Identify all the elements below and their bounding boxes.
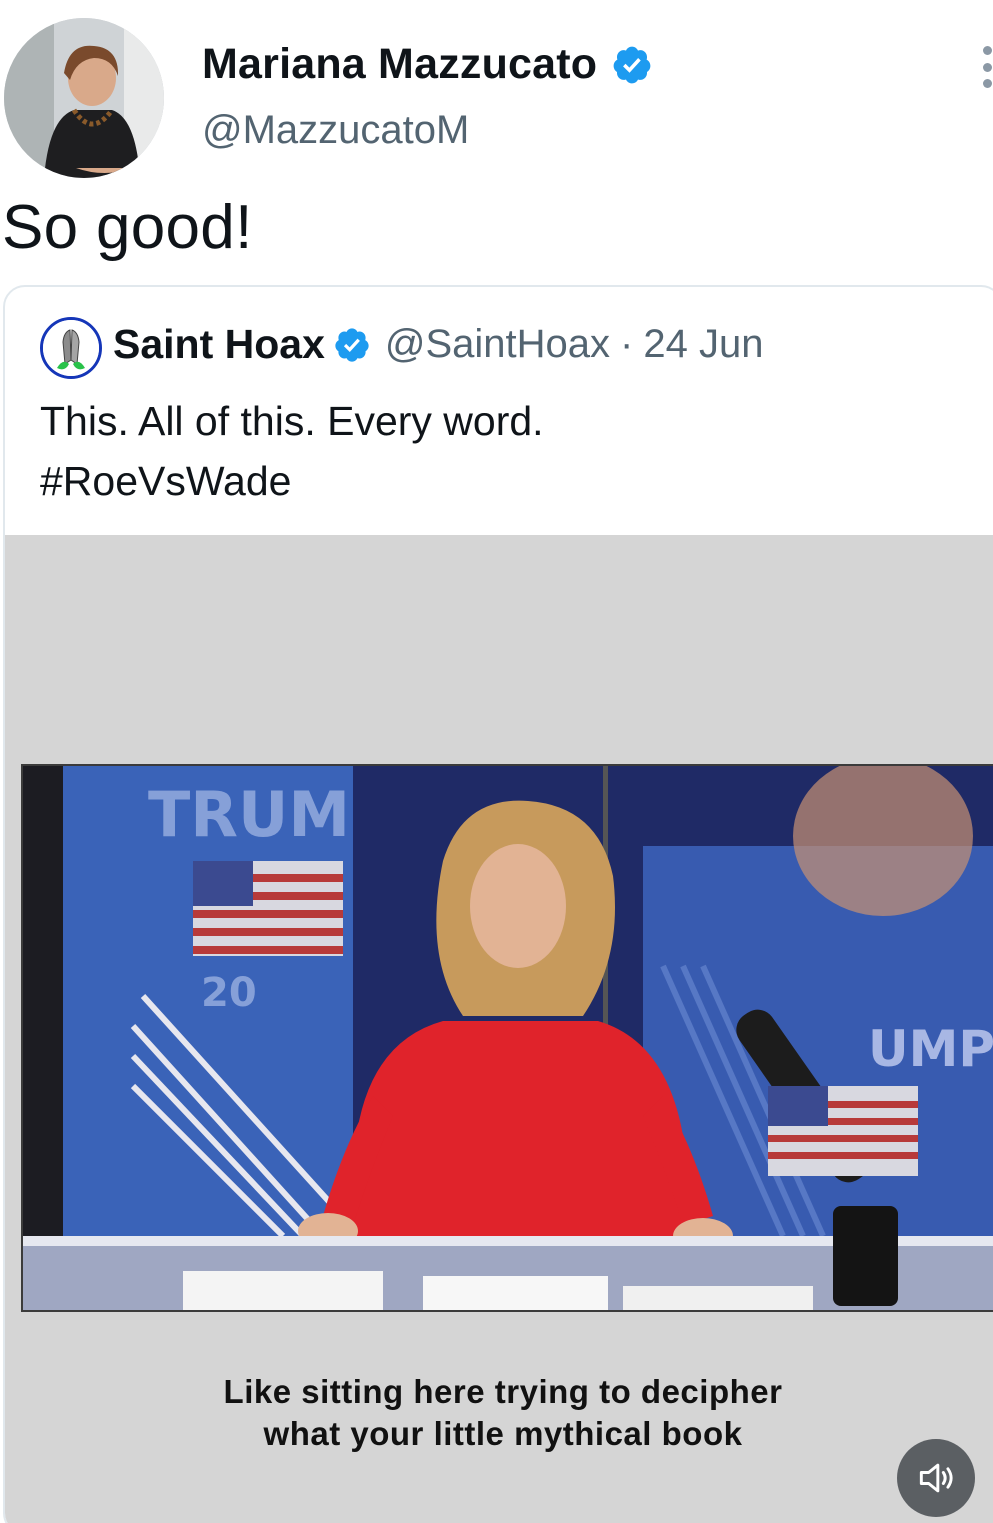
video-bg-text-left: TRUM [148, 778, 350, 851]
praying-hands-icon [43, 320, 99, 376]
verified-badge-icon [613, 46, 651, 83]
quoted-tweet-text-line1: This. All of this. Every word. [40, 398, 544, 444]
verified-badge-icon [335, 327, 369, 362]
volume-button[interactable] [897, 1439, 975, 1517]
author-name-row[interactable]: Mariana Mazzucato [202, 40, 653, 89]
author-handle[interactable]: @MazzucatoM [202, 108, 469, 153]
profile-photo [4, 18, 164, 178]
hashtag-link[interactable]: #RoeVsWade [40, 451, 544, 511]
author-name[interactable]: Mariana Mazzucato [202, 40, 597, 89]
video-still-image: TRUM 20 UMP [23, 766, 993, 1310]
quoted-author-handle[interactable]: @SaintHoax [385, 322, 610, 367]
video-caption-line2: what your little mythical book [263, 1415, 743, 1452]
quoted-author-name[interactable]: Saint Hoax [113, 321, 325, 368]
separator-dot: · [620, 322, 634, 366]
tweet-view: Mariana Mazzucato @MazzucatoM So good! S… [0, 0, 993, 1523]
video-bg-text-right: UMP [868, 1020, 993, 1078]
quoted-tweet-header: Saint Hoax @SaintHoax · 24 Jun [113, 321, 763, 368]
video-player[interactable]: TRUM 20 UMP Like sitting here trying to … [5, 535, 993, 1523]
quoted-tweet-card[interactable]: Saint Hoax @SaintHoax · 24 Jun This. All… [3, 285, 993, 1523]
speaker-icon [919, 1463, 953, 1493]
author-avatar[interactable] [4, 18, 164, 178]
tweet-text: So good! [2, 193, 253, 262]
video-frame: TRUM 20 UMP [21, 764, 993, 1312]
more-options-icon[interactable] [975, 46, 993, 88]
video-bg-text-left-2: 20 [201, 970, 257, 1016]
quoted-author-avatar[interactable] [40, 317, 102, 379]
video-caption-line1: Like sitting here trying to decipher [223, 1373, 783, 1410]
quoted-tweet-date[interactable]: 24 Jun [643, 322, 763, 367]
quoted-tweet-text: This. All of this. Every word. #RoeVsWad… [40, 391, 544, 511]
